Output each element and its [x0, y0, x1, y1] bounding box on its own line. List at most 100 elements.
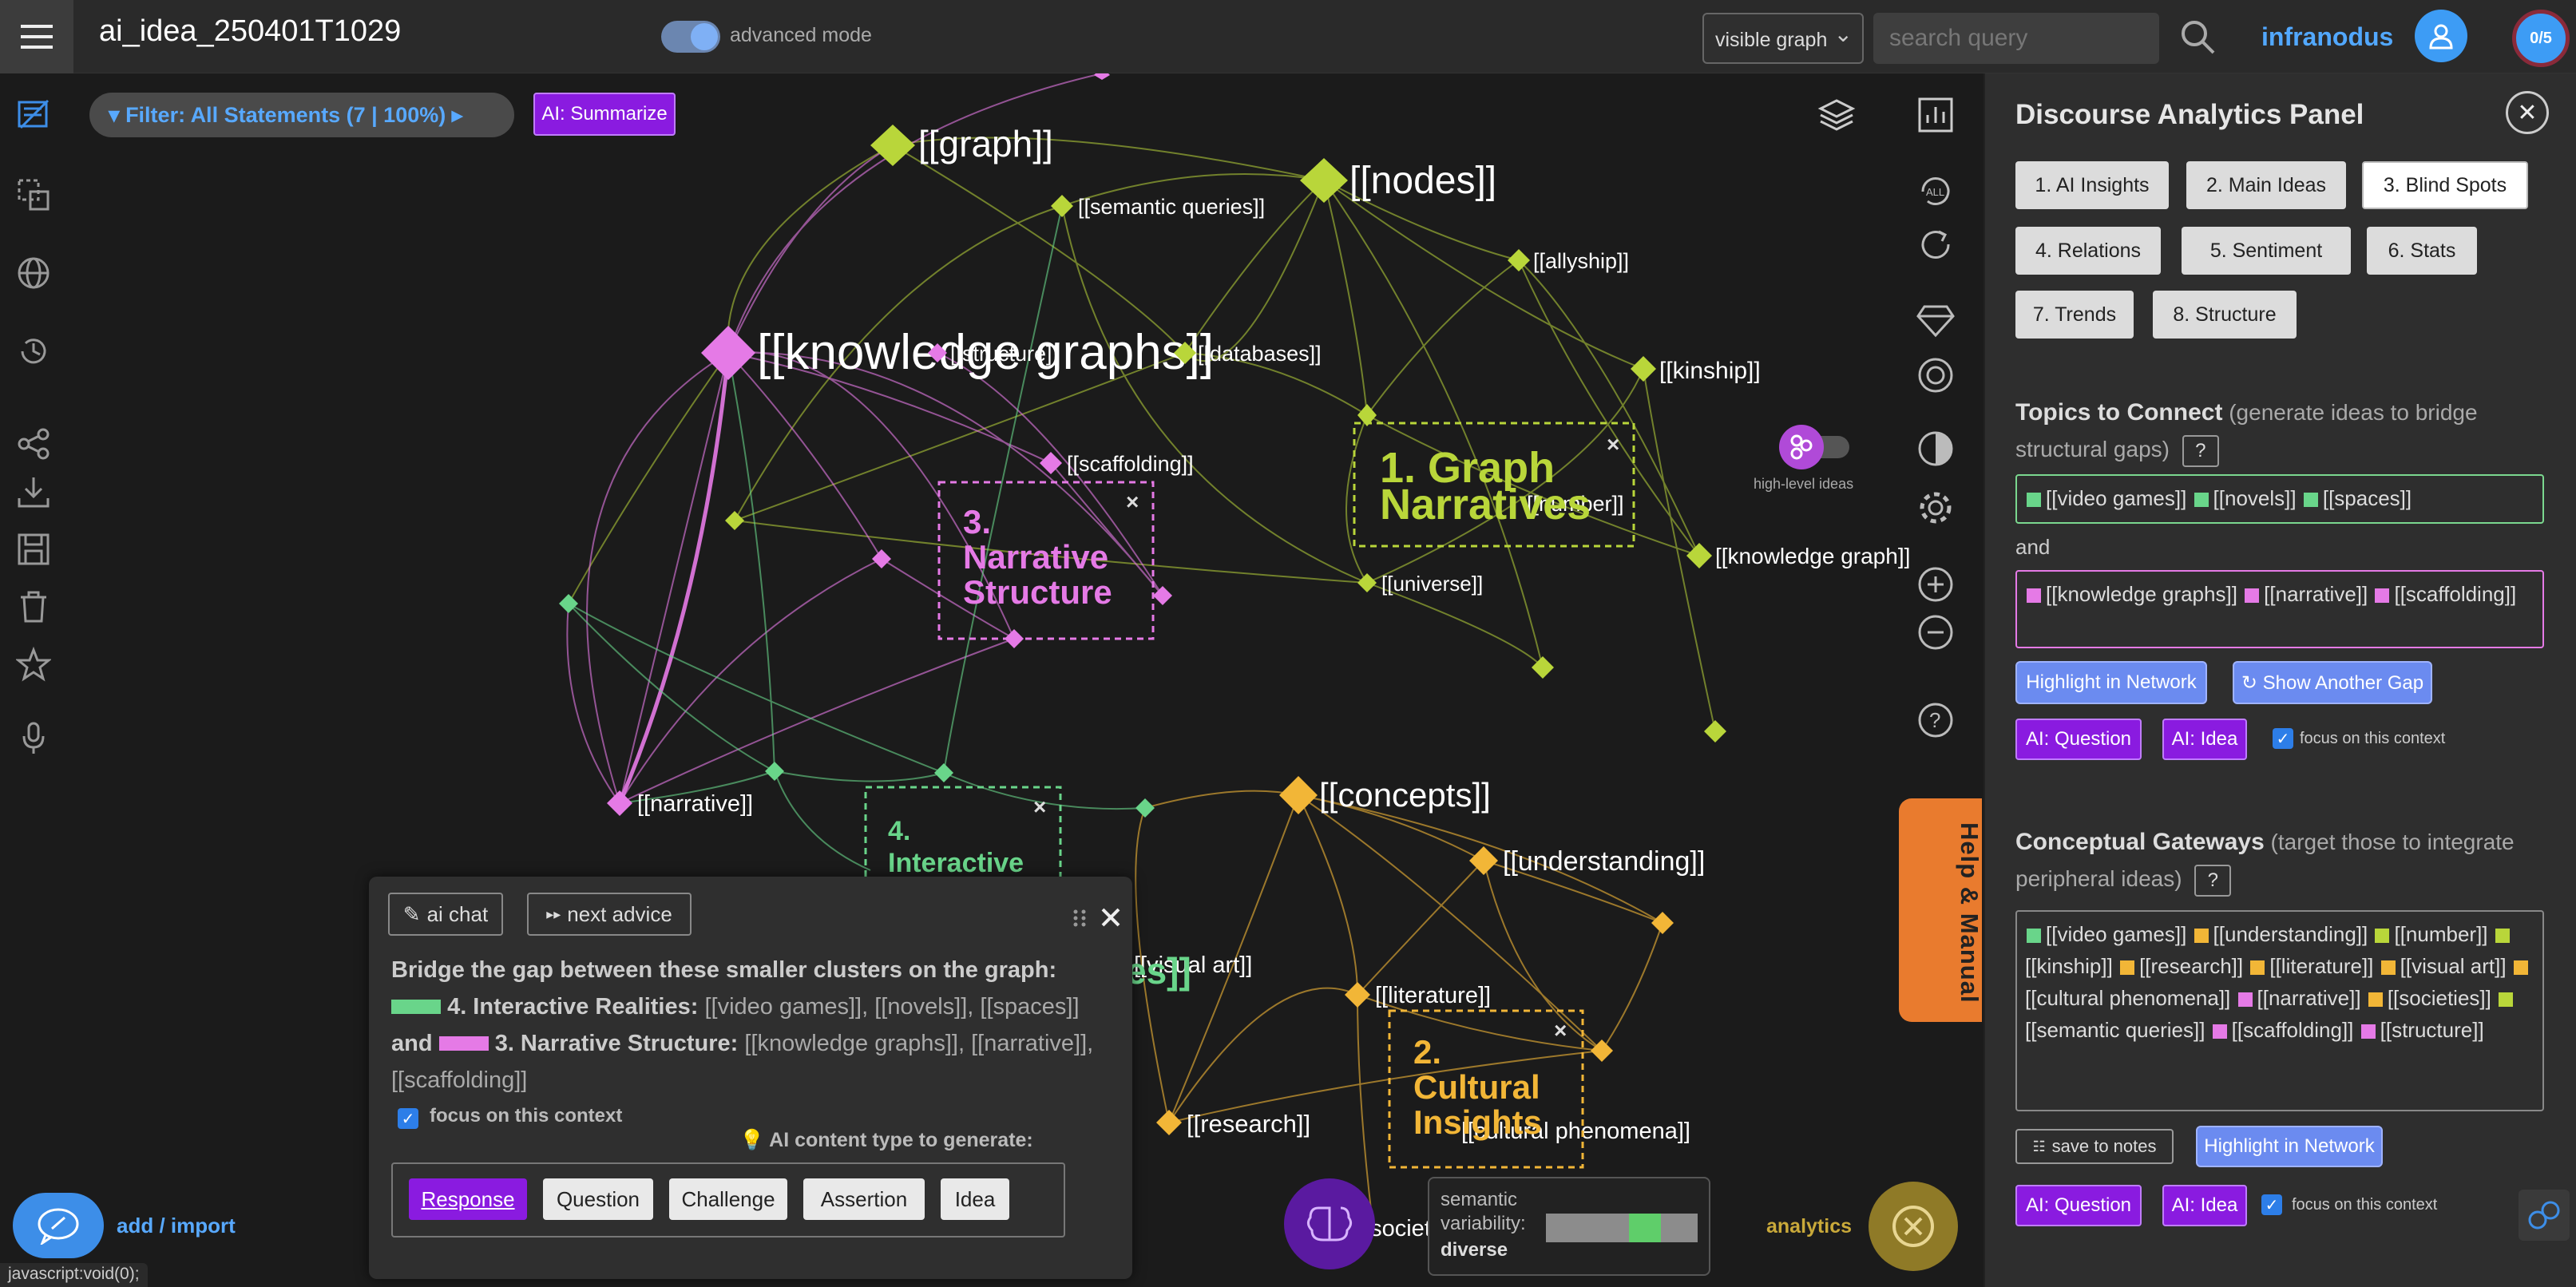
node-unlabeled[interactable] [1651, 912, 1674, 934]
share-icon[interactable] [14, 425, 53, 463]
node-unlabeled[interactable] [765, 762, 784, 781]
node-narrative[interactable]: [[narrative]] [607, 790, 753, 817]
ai-summarize-button[interactable]: AI: Summarize [533, 93, 676, 136]
menu-button[interactable] [0, 0, 73, 73]
save-to-notes-button[interactable]: ☷ save to notes [2015, 1129, 2174, 1164]
close-icon[interactable] [1100, 907, 1121, 928]
brand-link[interactable]: infranodus [2261, 22, 2393, 52]
graph-view-select[interactable]: visible graph [1702, 13, 1864, 64]
settings-gear-icon[interactable] [1913, 485, 1958, 530]
node-universe[interactable]: [[universe]] [1357, 572, 1483, 596]
gateway-item[interactable]: [[understanding]] [2213, 922, 2368, 946]
graph-link-icon[interactable] [2519, 1190, 2570, 1241]
select-area-icon[interactable] [14, 176, 53, 214]
node-nodes[interactable]: [[nodes]] [1300, 158, 1496, 203]
gateway-item[interactable]: [[number]] [2394, 922, 2487, 946]
node-unlabeled[interactable] [872, 549, 891, 568]
high-level-ideas-toggle[interactable] [1777, 423, 1857, 471]
tab-blind-spots[interactable]: 3. Blind Spots [2362, 161, 2528, 209]
gateway-item[interactable]: [[visual art]] [2400, 954, 2507, 978]
analytics-label[interactable]: analytics [1766, 1215, 1852, 1238]
tab-sentiment[interactable]: 5. Sentiment [2182, 227, 2351, 275]
refresh-icon[interactable] [1913, 222, 1958, 267]
panel-close-button[interactable]: ✕ [2506, 91, 2549, 134]
editor-icon[interactable] [14, 96, 53, 134]
gateways-help-button[interactable]: ? [2194, 864, 2232, 897]
gateway-item[interactable]: [[research]] [2139, 954, 2243, 978]
gateways-ai-question-button[interactable]: AI: Question [2015, 1185, 2142, 1226]
gateway-item[interactable]: [[societies]] [2388, 986, 2491, 1010]
ai-brain-button[interactable] [1284, 1178, 1375, 1269]
reset-all-icon[interactable]: ALL [1913, 169, 1958, 214]
type-assertion-button[interactable]: Assertion [803, 1178, 925, 1220]
gateways-ai-idea-button[interactable]: AI: Idea [2162, 1185, 2247, 1226]
ai-idea-button[interactable]: AI: Idea [2162, 719, 2247, 760]
node-semantic-queries[interactable]: [[semantic queries]] [1051, 195, 1265, 219]
add-import-link[interactable]: add / import [117, 1214, 236, 1238]
node-concepts[interactable]: [[concepts]] [1279, 776, 1491, 814]
node-unlabeled[interactable] [1704, 720, 1726, 742]
type-idea-button[interactable]: Idea [941, 1178, 1009, 1220]
graph-title[interactable]: ai_idea_250401T1029 [99, 14, 401, 49]
user-avatar[interactable] [2415, 10, 2467, 62]
show-another-gap-button[interactable]: ↻ Show Another Gap [2233, 661, 2432, 704]
node-unlabeled[interactable] [1153, 586, 1172, 605]
analytics-close-button[interactable] [1869, 1182, 1958, 1271]
star-icon[interactable] [14, 645, 53, 683]
topics-group-b[interactable]: [[knowledge graphs]] [[narrative]] [[sca… [2015, 570, 2544, 648]
layers-icon[interactable] [1814, 93, 1859, 137]
node-knowledge-graph[interactable]: [[knowledge graph]] [1686, 543, 1910, 568]
filter-statements-button[interactable]: ▾ Filter: All Statements (7 | 100%) ▸ [89, 93, 514, 137]
gateway-item[interactable]: [[literature]] [2269, 954, 2373, 978]
node-scaffolding[interactable]: [[scaffolding]] [1040, 452, 1194, 476]
download-icon[interactable] [14, 473, 53, 511]
topics-group-a[interactable]: [[video games]] [[novels]] [[spaces]] [2015, 474, 2544, 524]
ai-credits-counter[interactable]: 0/5 [2512, 10, 2570, 67]
semantic-variability-widget[interactable]: semantic variability: diverse [1428, 1177, 1710, 1276]
tab-main-ideas[interactable]: 2. Main Ideas [2186, 161, 2346, 209]
tab-ai-insights[interactable]: 1. AI Insights [2015, 161, 2169, 209]
cluster-interactive-realities[interactable]: 4. Interactive × [864, 786, 1062, 885]
help-manual-label[interactable]: Help & Manual [1955, 822, 1984, 1004]
next-advice-button[interactable]: ▸▸ next advice [527, 893, 692, 936]
focus-context-checkbox[interactable]: ✓ [2273, 728, 2293, 749]
search-icon[interactable] [2178, 18, 2217, 56]
diamond-icon[interactable] [1913, 297, 1958, 342]
gateways-focus-checkbox[interactable]: ✓ [2261, 1194, 2282, 1215]
advanced-mode-toggle[interactable] [661, 21, 720, 53]
gateway-item[interactable]: [[semantic queries]] [2025, 1018, 2205, 1042]
node-graph[interactable]: [[graph]] [870, 123, 1053, 166]
node-kinship[interactable]: [[kinship]] [1631, 356, 1761, 384]
cluster-narrative-structure[interactable]: 3. Narrative Structure × [937, 481, 1155, 640]
save-icon[interactable] [14, 530, 53, 568]
gateways-highlight-button[interactable]: Highlight in Network [2196, 1126, 2383, 1167]
highlight-in-network-button[interactable]: Highlight in Network [2015, 661, 2207, 704]
globe-icon[interactable] [14, 254, 53, 292]
zoom-in-icon[interactable] [1913, 562, 1958, 607]
history-icon[interactable] [14, 332, 53, 370]
help-circle-icon[interactable]: ? [1913, 698, 1958, 742]
gateway-item[interactable]: [[cultural phenomena]] [2025, 986, 2230, 1010]
node-unlabeled[interactable] [1094, 73, 1110, 80]
ai-chat-button[interactable]: ✎ ai chat [388, 893, 503, 936]
node-understanding[interactable]: [[understanding]] [1469, 846, 1705, 877]
tab-stats[interactable]: 6. Stats [2367, 227, 2477, 275]
zoom-out-icon[interactable] [1913, 610, 1958, 655]
type-question-button[interactable]: Question [543, 1178, 653, 1220]
node-unlabeled[interactable] [1135, 798, 1155, 818]
type-response-button[interactable]: Response [409, 1178, 527, 1220]
node-research[interactable]: [[research]] [1156, 1110, 1310, 1138]
tab-trends[interactable]: 7. Trends [2015, 291, 2134, 339]
add-import-button[interactable] [13, 1193, 104, 1258]
gateway-item[interactable]: [[scaffolding]] [2232, 1018, 2354, 1042]
type-challenge-button[interactable]: Challenge [669, 1178, 787, 1220]
target-icon[interactable] [1913, 353, 1958, 398]
trash-icon[interactable] [14, 588, 53, 626]
gateway-item[interactable]: [[video games]] [2046, 922, 2186, 946]
search-input[interactable] [1873, 13, 2159, 64]
drag-handle-icon[interactable] [1072, 907, 1088, 929]
gateways-list[interactable]: [[video games]] [[understanding]] [[numb… [2015, 910, 2544, 1111]
node-unlabeled[interactable] [725, 511, 744, 530]
topics-help-button[interactable]: ? [2182, 434, 2219, 467]
advice-focus-checkbox[interactable]: ✓ [398, 1108, 418, 1129]
